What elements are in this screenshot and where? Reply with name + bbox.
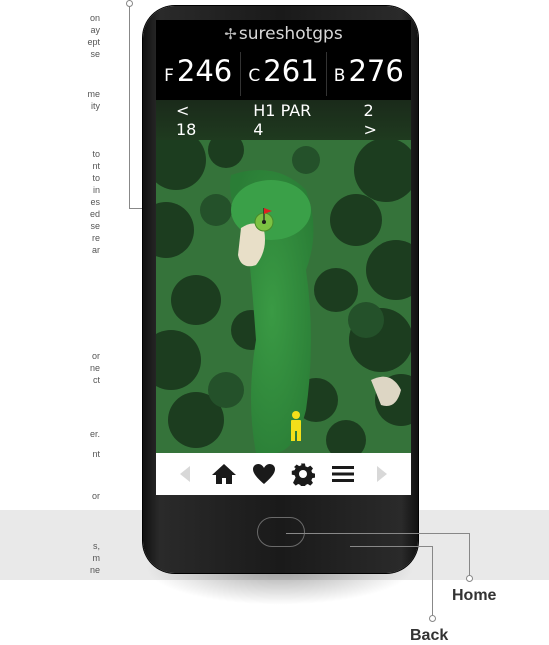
gear-icon[interactable]	[286, 457, 320, 491]
callout-line	[350, 546, 432, 547]
heart-icon[interactable]	[247, 457, 281, 491]
doc-line: nt	[92, 161, 100, 171]
distance-panel: F 246 C 261 B 276	[156, 52, 411, 96]
doc-line: ity	[91, 101, 100, 111]
phone-home-button[interactable]	[257, 517, 305, 547]
doc-line: se	[90, 49, 100, 59]
prev-hole-button[interactable]: < 18	[156, 101, 233, 139]
callout-line	[129, 6, 130, 208]
doc-line: to	[92, 173, 100, 183]
front-label: F	[164, 66, 174, 86]
brand-name: sureshotgps	[238, 24, 343, 44]
doc-text-block: or	[0, 490, 100, 502]
back-callout-label: Back	[410, 627, 449, 644]
aerial-map	[156, 100, 411, 453]
doc-line: m	[92, 553, 101, 563]
doc-line: nt	[92, 449, 100, 459]
doc-text-block: er. nt	[0, 428, 100, 460]
doc-line: se	[90, 221, 100, 231]
doc-line: ept	[87, 37, 100, 47]
home-icon[interactable]	[207, 457, 241, 491]
back-value: 276	[348, 54, 404, 88]
callout-dot	[429, 615, 436, 622]
bottom-tab-bar	[156, 453, 411, 495]
home-callout-label: Home	[452, 587, 497, 604]
callout-line	[129, 208, 143, 209]
next-hole-button[interactable]: 2 >	[344, 101, 412, 139]
callout-line	[432, 546, 433, 617]
doc-line: ne	[89, 363, 100, 373]
doc-line: to	[92, 149, 100, 159]
doc-line: ne	[89, 565, 100, 575]
back-label: B	[333, 66, 346, 86]
prev-arrow-icon[interactable]	[168, 457, 202, 491]
center-label: C	[248, 66, 261, 86]
doc-line: on	[89, 13, 100, 23]
doc-line: or	[91, 491, 100, 501]
callout-dot	[466, 575, 473, 582]
doc-line: er.	[89, 429, 100, 439]
callout-line	[469, 533, 470, 577]
menu-icon[interactable]	[326, 457, 360, 491]
doc-line: in	[92, 185, 100, 195]
phone-screen: ✢ sureshotgps F 246 C 261 B 276 < 18 H1 P…	[156, 20, 411, 495]
golfer-logo-icon: ✢	[224, 25, 237, 43]
doc-text-block: or ne ct	[0, 350, 100, 386]
center-distance: C 261	[241, 52, 327, 96]
center-value: 261	[263, 54, 319, 88]
doc-line: s,	[92, 541, 100, 551]
doc-line: ct	[92, 375, 100, 385]
next-arrow-icon[interactable]	[365, 457, 399, 491]
doc-line: ay	[90, 25, 100, 35]
doc-text-block: me ity	[0, 88, 100, 112]
doc-text-block: on ay ept se	[0, 12, 100, 60]
brand-header: ✢ sureshotgps	[156, 20, 411, 50]
doc-line: or	[91, 351, 100, 361]
doc-line: re	[91, 233, 100, 243]
doc-text-block: to nt to in es ed se re ar	[0, 148, 100, 256]
hole-bar: < 18 H1 PAR 4 2 >	[156, 100, 411, 140]
doc-line: me	[87, 89, 100, 99]
doc-line: ed	[89, 209, 100, 219]
back-distance: B 276	[327, 52, 411, 96]
course-map[interactable]: < 18 H1 PAR 4 2 >	[156, 100, 411, 453]
callout-line	[286, 533, 469, 534]
front-distance: F 246	[156, 52, 242, 96]
doc-text-block: s, m ne	[0, 540, 100, 576]
hole-info: H1 PAR 4	[253, 101, 312, 139]
doc-line: ar	[91, 245, 100, 255]
doc-line: es	[90, 197, 100, 207]
front-value: 246	[176, 54, 233, 88]
